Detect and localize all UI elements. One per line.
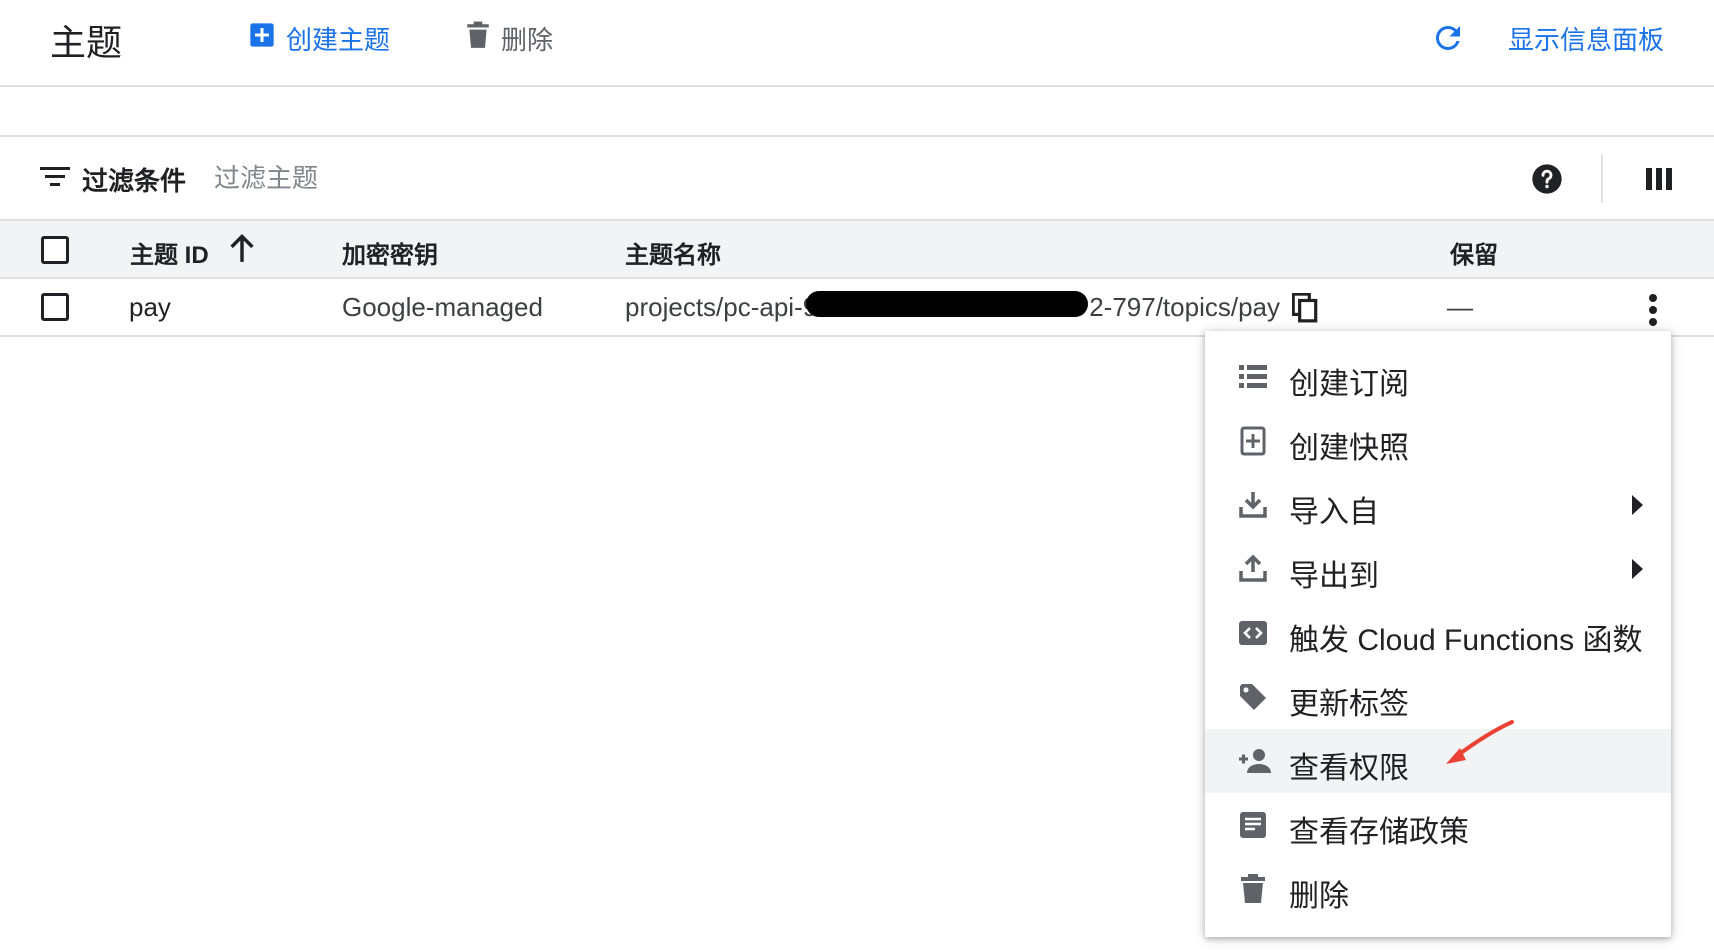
help-icon[interactable] bbox=[1531, 163, 1563, 195]
sort-arrow-up-icon[interactable] bbox=[228, 233, 256, 263]
table-header: 主题 ID 加密密钥 主题名称 保留 bbox=[0, 219, 1714, 277]
more-vert-icon[interactable] bbox=[1648, 293, 1658, 327]
snapshot-add-icon bbox=[1237, 425, 1269, 457]
filter-bar: 过滤条件 bbox=[0, 137, 1714, 219]
annotation-arrow-icon bbox=[1446, 720, 1514, 764]
refresh-icon[interactable] bbox=[1430, 20, 1466, 56]
menu-item-label: 更新标签 bbox=[1289, 688, 1409, 721]
retention-cell: — bbox=[1447, 292, 1473, 322]
delete-button[interactable]: 删除 bbox=[465, 18, 553, 58]
copy-icon[interactable] bbox=[1291, 292, 1318, 323]
label-icon bbox=[1237, 681, 1269, 713]
filter-label: 过滤条件 bbox=[82, 166, 187, 196]
menu-item-label: 查看权限 bbox=[1289, 752, 1409, 785]
menu-item-trigger-cloud-function[interactable]: 触发 Cloud Functions 函数 bbox=[1205, 601, 1671, 665]
upload-icon bbox=[1237, 553, 1269, 585]
list-icon bbox=[1237, 361, 1269, 393]
menu-item-create-snapshot[interactable]: 创建快照 bbox=[1205, 409, 1671, 473]
column-encryption-key: 加密密钥 bbox=[342, 242, 438, 269]
topic-id-cell[interactable]: pay bbox=[129, 292, 171, 323]
row-actions-menu: 创建订阅 创建快照 导入自 导出到 触发 Cloud Functions 函数 … bbox=[1205, 331, 1671, 937]
show-info-panel-button[interactable]: 显示信息面板 bbox=[1508, 18, 1664, 58]
menu-item-label: 导入自 bbox=[1289, 496, 1379, 529]
menu-item-label: 创建快照 bbox=[1289, 432, 1409, 465]
encryption-key-cell: Google-managed bbox=[342, 292, 543, 322]
topic-name-prefix: projects/pc-api-9 bbox=[625, 292, 818, 322]
page-title: 主题 bbox=[50, 22, 123, 63]
toolbar-divider bbox=[1601, 155, 1603, 203]
menu-item-import-from[interactable]: 导入自 bbox=[1205, 473, 1671, 537]
document-icon bbox=[1237, 809, 1269, 841]
table-row[interactable]: pay Google-managed projects/pc-api-9 2-79… bbox=[0, 277, 1714, 337]
column-topic-id-label: 主题 ID bbox=[130, 242, 209, 269]
menu-item-label: 触发 Cloud Functions 函数 bbox=[1289, 624, 1643, 657]
delete-label: 删除 bbox=[501, 24, 554, 55]
top-bar: 主题 创建主题 删除 显示信息面板 bbox=[0, 0, 1714, 87]
menu-item-view-permissions[interactable]: 查看权限 bbox=[1205, 729, 1671, 793]
menu-item-label: 删除 bbox=[1289, 880, 1349, 913]
menu-item-delete[interactable]: 删除 bbox=[1205, 857, 1671, 921]
menu-item-label: 查看存储政策 bbox=[1289, 816, 1469, 849]
column-retention: 保留 bbox=[1450, 242, 1498, 269]
select-all-checkbox[interactable] bbox=[41, 236, 69, 264]
add-box-icon bbox=[248, 21, 276, 56]
create-topic-button[interactable]: 创建主题 bbox=[248, 18, 390, 58]
row-checkbox[interactable] bbox=[41, 293, 69, 321]
menu-item-update-labels[interactable]: 更新标签 bbox=[1205, 665, 1671, 729]
column-topic-name: 主题名称 bbox=[625, 242, 721, 269]
redaction-scribble bbox=[806, 291, 1088, 317]
filter-icon bbox=[40, 165, 70, 189]
topic-name-suffix: 2-797/topics/pay bbox=[1089, 292, 1280, 322]
menu-item-create-subscription[interactable]: 创建订阅 bbox=[1205, 345, 1671, 409]
column-display-icon[interactable] bbox=[1646, 166, 1672, 192]
trash-icon bbox=[1237, 873, 1269, 905]
filter-input[interactable] bbox=[212, 159, 1116, 197]
person-add-icon bbox=[1237, 745, 1271, 777]
create-topic-label: 创建主题 bbox=[286, 24, 391, 55]
submenu-arrow-icon bbox=[1632, 495, 1643, 515]
download-icon bbox=[1237, 489, 1269, 521]
sub-bar bbox=[0, 87, 1714, 137]
code-icon bbox=[1237, 617, 1269, 649]
menu-item-label: 创建订阅 bbox=[1289, 368, 1409, 401]
submenu-arrow-icon bbox=[1632, 559, 1643, 579]
menu-item-export-to[interactable]: 导出到 bbox=[1205, 537, 1671, 601]
trash-icon bbox=[465, 21, 491, 56]
column-topic-id[interactable]: 主题 ID bbox=[130, 234, 254, 270]
menu-item-view-storage-policy[interactable]: 查看存储政策 bbox=[1205, 793, 1671, 857]
menu-item-label: 导出到 bbox=[1289, 560, 1379, 593]
